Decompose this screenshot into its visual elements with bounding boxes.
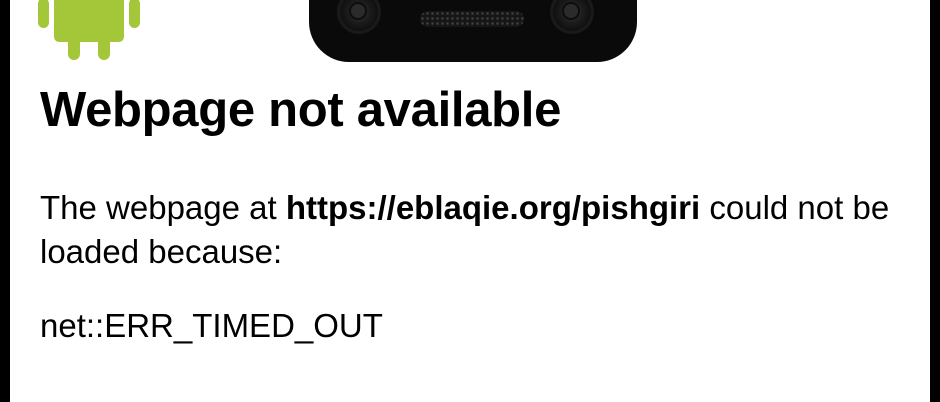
error-code: net::ERR_TIMED_OUT xyxy=(40,307,383,344)
error-content: Webpage not available The webpage at htt… xyxy=(40,78,920,348)
android-robot-icon xyxy=(38,0,140,60)
front-camera-icon xyxy=(550,0,594,34)
front-camera-icon xyxy=(337,0,381,34)
message-prefix: The webpage at xyxy=(40,189,286,226)
phone-frame: Webpage not available The webpage at htt… xyxy=(0,0,940,402)
display-notch xyxy=(309,0,637,62)
earpiece-speaker-icon xyxy=(420,11,524,27)
error-message: The webpage at https://eblaqie.org/pishg… xyxy=(40,186,920,274)
right-bezel xyxy=(930,0,940,402)
page-title: Webpage not available xyxy=(40,83,562,137)
failed-url: https://eblaqie.org/pishgiri xyxy=(285,189,701,226)
